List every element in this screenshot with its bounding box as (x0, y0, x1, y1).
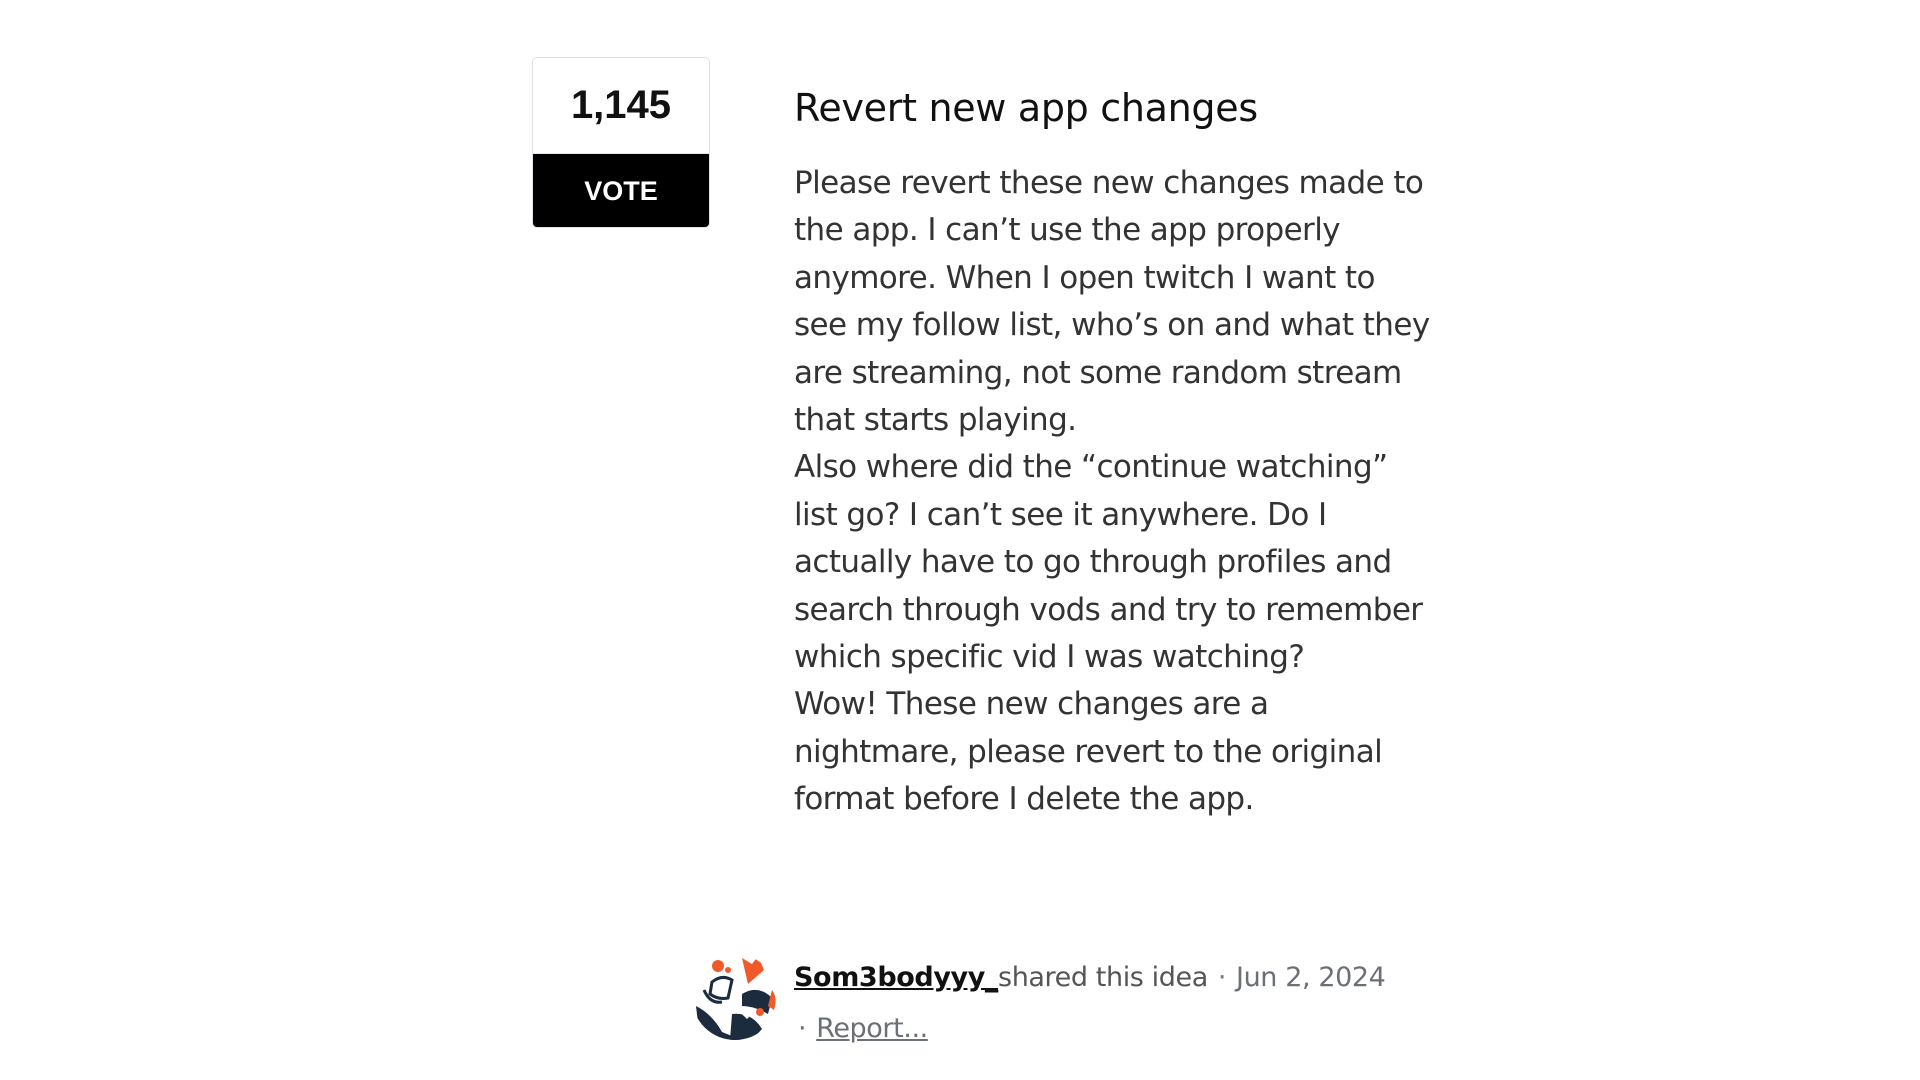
description-paragraph: Also where did the “continue watching” l… (794, 449, 1423, 676)
avatar[interactable] (692, 954, 778, 1040)
idea-description: Please revert these new changes made to … (794, 160, 1434, 824)
report-link[interactable]: Report... (816, 1013, 928, 1044)
vote-count: 1,145 (533, 58, 709, 154)
actions-line: · Report... (798, 1013, 928, 1044)
author-line: Som3bodyyy_shared this idea · Jun 2, 2024 (794, 962, 1386, 993)
description-paragraph: Please revert these new changes made to … (794, 165, 1430, 439)
idea-title: Revert new app changes (794, 86, 1258, 130)
separator: · (798, 1013, 807, 1044)
vote-button[interactable]: VOTE (533, 154, 709, 227)
separator: · (1217, 962, 1227, 993)
author-link[interactable]: Som3bodyyy_ (794, 962, 998, 993)
user-avatar-icon (692, 954, 778, 1040)
shared-text: shared this idea (998, 962, 1208, 993)
description-paragraph: Wow! These new changes are a nightmare, … (794, 686, 1383, 818)
vote-widget: 1,145 VOTE (532, 57, 710, 228)
post-date: Jun 2, 2024 (1236, 962, 1386, 993)
